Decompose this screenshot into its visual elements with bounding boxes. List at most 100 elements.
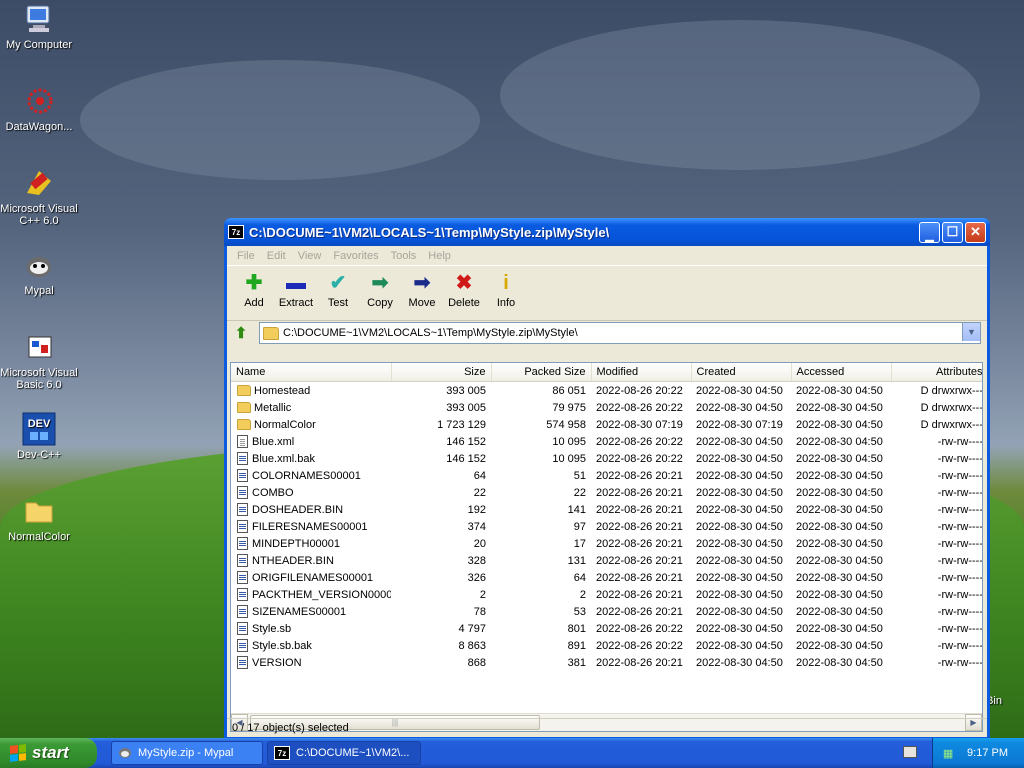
menu-file[interactable]: File [237, 250, 255, 262]
cell-size: 326 [467, 571, 486, 584]
cell-attr: -rw-rw---- [937, 588, 983, 601]
desktop-icon-computer[interactable]: My Computer [0, 2, 79, 51]
clock[interactable]: 9:17 PM [967, 747, 1008, 759]
toolbar-label: Info [496, 297, 516, 309]
copy-button[interactable]: ➡ Copy [359, 272, 401, 309]
menu-favorites[interactable]: Favorites [333, 250, 378, 262]
table-row[interactable]: Metallic 393 005 79 975 2022-08-26 20:22 202… [231, 399, 983, 416]
desktop-icon-devcpp[interactable]: DEV Dev-C++ [0, 412, 79, 461]
checkmark-icon: ✔ [329, 272, 347, 294]
start-button[interactable]: start [0, 738, 97, 768]
close-button[interactable]: ✕ [965, 221, 986, 243]
up-folder-icon[interactable]: ⬆ [233, 325, 249, 342]
cell-packed: 64 [573, 571, 586, 584]
menu-view[interactable]: View [298, 250, 322, 262]
mypal-icon [118, 747, 132, 759]
column-header-attributes[interactable]: Attributes [891, 363, 982, 382]
cell-size: 8 863 [458, 639, 486, 652]
table-row[interactable]: Homestead 393 005 86 051 2022-08-26 20:22 20… [231, 382, 982, 400]
title-bar[interactable]: 7z C:\DOCUME~1\VM2\LOCALS~1\Temp\MyStyle… [224, 218, 990, 246]
minimize-icon: ▁ [925, 229, 934, 242]
table-row[interactable]: COLORNAMES00001 64 51 2022-08-26 20:21 2022-… [231, 467, 982, 484]
table-row[interactable]: Blue.xml.bak 146 152 10 095 2022-08-26 20:2… [231, 450, 983, 467]
table-row[interactable]: ORIGFILENAMES00001 326 64 2022-08-26 20:21 2… [231, 569, 982, 586]
cell-attr: -rw-rw---- [937, 486, 983, 499]
menu-help[interactable]: Help [428, 250, 451, 262]
cell-name: VERSION [231, 654, 391, 671]
cell-packed: 53 [573, 605, 586, 618]
cell-size: 192 [467, 503, 486, 516]
info-icon: i [503, 272, 509, 294]
table-row[interactable]: NormalColor 1 723 129 574 958 2022-08-30 07… [231, 416, 982, 433]
maximize-icon: ☐ [946, 224, 959, 239]
cell-created: 2022-08-30 04:50 [696, 639, 783, 652]
cell-attr: -rw-rw---- [937, 554, 983, 567]
cell-attr: -rw-rw---- [937, 537, 983, 550]
file-name: NormalColor [254, 418, 316, 431]
taskbar-button-mypal[interactable]: MyStyle.zip - Mypal [111, 741, 263, 765]
desktop-icon-vc[interactable]: Microsoft Visual C++ 6.0 [0, 166, 79, 227]
cell-modified: 2022-08-26 20:21 [596, 656, 683, 669]
cell-size: 146 152 [446, 452, 486, 465]
maximize-button[interactable]: ☐ [942, 221, 963, 243]
table-row[interactable]: Style.sb.bak 8 863 891 2022-08-26 20:22 2022… [231, 637, 982, 654]
table-row[interactable]: NTHEADER.BIN 328 131 2022-08-26 20:21 2022-0… [231, 552, 983, 569]
table-row[interactable]: DOSHEADER.BIN 192 141 2022-08-26 20:21 2022-… [231, 501, 982, 518]
extract-button[interactable]: ▬ Extract [275, 272, 317, 309]
menu-tools[interactable]: Tools [391, 250, 417, 262]
cell-attr: -rw-rw---- [937, 622, 983, 635]
cell-name: NormalColor [231, 416, 391, 433]
desktop-icon-datawagon[interactable]: DataWagon... [0, 84, 79, 133]
cell-packed: 79 975 [552, 401, 586, 414]
network-icon[interactable]: ▦ [941, 747, 955, 760]
test-button[interactable]: ✔ Test [317, 272, 359, 309]
cell-name: Blue.xml [231, 433, 391, 450]
column-header-created[interactable]: Created [691, 363, 792, 382]
chevron-down-icon[interactable]: ▼ [962, 323, 980, 341]
table-row[interactable]: PACKTHEM_VERSION00001 2 2 2022-08-26 20:21 2… [231, 586, 983, 603]
cell-accessed: 2022-08-30 04:50 [796, 520, 883, 533]
column-header-name[interactable]: Name [231, 363, 392, 382]
keyboard-icon[interactable] [903, 746, 917, 758]
toolbar-label: Extract [278, 297, 314, 309]
add-button[interactable]: ✚ Add [233, 272, 275, 309]
column-header-size[interactable]: Size [391, 363, 492, 382]
column-header-packed-size[interactable]: Packed Size [491, 363, 592, 382]
address-combobox[interactable]: C:\DOCUME~1\VM2\LOCALS~1\Temp\MyStyle.zi… [259, 322, 981, 344]
folder-icon [22, 494, 56, 528]
cell-name: SIZENAMES00001 [231, 603, 391, 620]
column-header-modified[interactable]: Modified [591, 363, 692, 382]
cell-packed: 86 051 [552, 384, 586, 397]
taskbar-button-label: C:\DOCUME~1\VM2\... [296, 747, 410, 759]
table-row[interactable]: COMBO 22 22 2022-08-26 20:21 2022-08-30 04:5… [231, 484, 983, 501]
selection-status: 0 / 17 object(s) selected [232, 722, 349, 734]
minimize-button[interactable]: ▁ [919, 221, 940, 243]
file-name: COMBO [252, 486, 294, 499]
cell-attr: D drwxrwx--- [920, 401, 983, 414]
taskbar-button-7zip[interactable]: 7z C:\DOCUME~1\VM2\... [267, 741, 421, 765]
taskbar: start MyStyle.zip - Mypal 7z C:\DOCUME~1\V… [0, 738, 1024, 768]
binary-file-icon [237, 622, 248, 635]
column-header-accessed[interactable]: Accessed [791, 363, 892, 382]
computer-icon [22, 2, 56, 36]
desktop-icon-mypal[interactable]: Mypal [0, 248, 79, 297]
cell-accessed: 2022-08-30 04:50 [796, 571, 883, 584]
cell-created: 2022-08-30 04:50 [696, 435, 783, 448]
table-row[interactable]: FILERESNAMES00001 374 97 2022-08-26 20:21 20… [231, 518, 982, 535]
table-row[interactable]: SIZENAMES00001 78 53 2022-08-26 20:21 2022-0… [231, 603, 982, 620]
table-row[interactable]: VERSION 868 381 2022-08-26 20:21 2022-08-30 … [231, 654, 982, 671]
cell-attr: -rw-rw---- [937, 452, 983, 465]
table-row[interactable]: Blue.xml 146 152 10 095 2022-08-26 20:22 202… [231, 433, 982, 450]
cell-created: 2022-08-30 04:50 [696, 537, 783, 550]
delete-button[interactable]: ✖ Delete [443, 272, 485, 309]
file-list[interactable]: Name Size Packed Size Modified Created Access… [230, 362, 983, 732]
desktop-icon-folder[interactable]: NormalColor [0, 494, 79, 543]
table-row[interactable]: Style.sb 4 797 801 2022-08-26 20:22 2022-08-… [231, 620, 983, 637]
cell-accessed: 2022-08-30 04:50 [796, 554, 883, 567]
move-button[interactable]: ➡ Move [401, 272, 443, 309]
cell-size: 374 [467, 520, 486, 533]
desktop-icon-vb[interactable]: Microsoft Visual Basic 6.0 [0, 330, 79, 391]
menu-edit[interactable]: Edit [267, 250, 286, 262]
table-row[interactable]: MINDEPTH00001 20 17 2022-08-26 20:21 2022-08… [231, 535, 983, 552]
info-button[interactable]: i Info [485, 272, 527, 309]
